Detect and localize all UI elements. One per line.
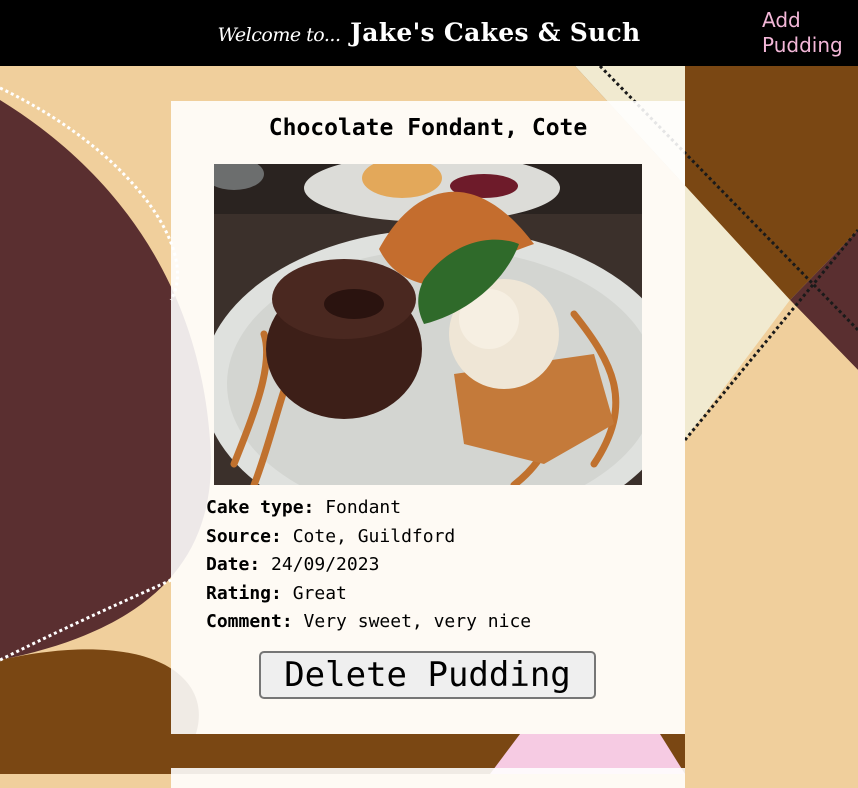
detail-value: 24/09/2023 — [271, 554, 380, 575]
detail-value: Fondant — [325, 497, 402, 518]
detail-value: Very sweet, very nice — [303, 611, 532, 632]
detail-date: Date: 24/09/2023 — [206, 551, 531, 580]
detail-label: Date: — [206, 554, 261, 575]
detail-rating: Rating: Great — [206, 580, 531, 609]
detail-value: Cote, Guildford — [292, 525, 456, 547]
site-banner: Welcome to... Jake's Cakes & Such — [0, 18, 858, 47]
detail-label: Source: — [206, 525, 282, 547]
detail-value: Great — [292, 582, 347, 604]
pudding-photo — [214, 164, 642, 485]
pudding-title: Chocolate Fondant, Cote — [268, 115, 588, 141]
next-pudding-card — [171, 768, 685, 788]
add-pudding-link[interactable]: Add Pudding — [762, 8, 858, 58]
welcome-prefix: Welcome to... — [217, 24, 341, 46]
pudding-details: Cake type: Fondant Source: Cote, Guildfo… — [206, 494, 531, 637]
site-header: Welcome to... Jake's Cakes & Such Add Pu… — [0, 0, 858, 66]
detail-label: Rating: — [206, 582, 282, 604]
detail-label: Cake type: — [206, 497, 315, 518]
detail-comment: Comment: Very sweet, very nice — [206, 608, 531, 637]
site-name: Jake's Cakes & Such — [350, 18, 641, 47]
detail-cake-type: Cake type: Fondant — [206, 494, 531, 523]
detail-label: Comment: — [206, 611, 293, 632]
pudding-card: Chocolate Fondant, Cote Cake type: Fonda… — [171, 101, 685, 734]
detail-source: Source: Cote, Guildford — [206, 523, 531, 552]
delete-pudding-button[interactable]: Delete Pudding — [259, 651, 596, 699]
